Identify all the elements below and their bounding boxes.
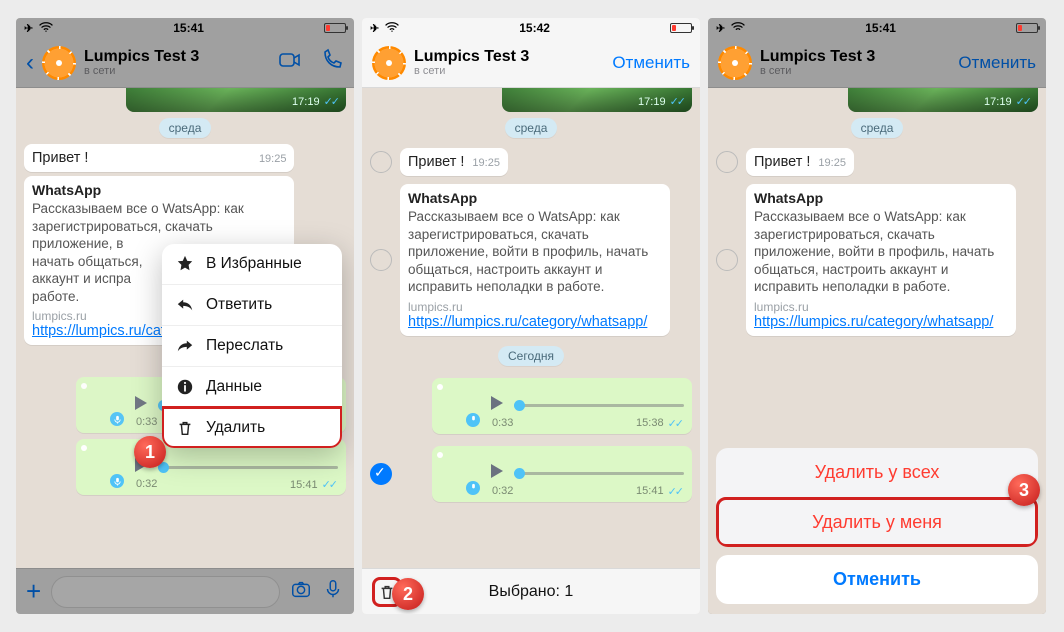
mic-icon [466, 413, 480, 427]
mic-icon [110, 412, 124, 426]
step-badge-1: 1 [134, 436, 166, 468]
mic-icon [110, 474, 124, 488]
menu-info[interactable]: Данные [162, 366, 342, 407]
date-pill: среда [159, 118, 212, 138]
wifi-icon [385, 21, 399, 35]
image-message[interactable]: 17:19✓✓ [502, 88, 692, 112]
avatar[interactable] [372, 46, 406, 80]
msg-preview[interactable]: WhatsApp Рассказываем все о WatsApp: как… [400, 184, 670, 336]
airplane-icon: ✈︎ [370, 22, 379, 35]
action-sheet: Удалить у всех Удалить у меня Отменить [716, 448, 1038, 604]
select-circle[interactable] [716, 151, 738, 173]
menu-forward[interactable]: Переслать [162, 325, 342, 366]
clock: 15:42 [519, 21, 550, 35]
status-bar: ✈︎ 15:42 [362, 18, 700, 38]
select-circle[interactable] [370, 151, 392, 173]
select-circle[interactable] [370, 249, 392, 271]
selected-count: Выбрано: 1 [489, 583, 574, 601]
date-pill-today: Сегодня [498, 346, 564, 366]
battery-icon [324, 23, 346, 33]
voice-msg-2[interactable]: 0:3215:41✓✓ [432, 446, 692, 502]
preview-link[interactable]: https://lumpics.ru/category/whatsapp/ [754, 314, 993, 330]
preview-link[interactable]: https://lumpics.ru/category/whatsapp/ [408, 314, 647, 330]
msg-hi[interactable]: Привет !19:25 [24, 144, 294, 172]
play-icon[interactable] [486, 393, 506, 418]
msg-hi[interactable]: Привет !19:25 [746, 148, 854, 176]
phone-2: ✈︎ 15:42 Lumpics Test 3 в сети Отменить … [362, 18, 700, 614]
phone-1: ✈︎ 15:41 ‹ Lumpics Test 3 в сети 17:19✓✓… [16, 18, 354, 614]
read-ticks-icon: ✓✓ [322, 478, 336, 491]
step-badge-2: 2 [392, 578, 424, 610]
phone-3: ✈︎ 15:41 Lumpics Test 3 в сети Отменить … [708, 18, 1046, 614]
delete-for-me[interactable]: Удалить у меня [716, 497, 1038, 547]
menu-delete[interactable]: Удалить [162, 407, 342, 448]
battery-icon [1016, 23, 1038, 33]
avatar[interactable] [42, 46, 76, 80]
sheet-cancel[interactable]: Отменить [716, 555, 1038, 604]
menu-reply[interactable]: Ответить [162, 284, 342, 325]
play-icon[interactable] [130, 393, 150, 418]
date-pill: среда [851, 118, 904, 138]
chat-body: 17:19✓✓ среда Привет !19:25 WhatsApp Рас… [362, 88, 700, 568]
avatar[interactable] [718, 46, 752, 80]
delete-for-everyone[interactable]: Удалить у всех [716, 448, 1038, 497]
context-menu: В Избранные Ответить Переслать Данные Уд… [162, 244, 342, 448]
menu-favorite[interactable]: В Избранные [162, 244, 342, 284]
read-ticks-icon: ✓✓ [324, 95, 338, 108]
voice-msg-1[interactable]: 0:3315:38✓✓ [432, 378, 692, 434]
battery-icon [670, 23, 692, 33]
step-badge-3: 3 [1008, 474, 1040, 506]
msg-hi[interactable]: Привет !19:25 [400, 148, 508, 176]
chat-title[interactable]: Lumpics Test 3 в сети [414, 48, 604, 78]
cancel-button[interactable]: Отменить [612, 53, 690, 73]
msg-preview[interactable]: WhatsApp Рассказываем все о WatsApp: как… [746, 184, 1016, 336]
read-ticks-icon: ✓✓ [670, 95, 684, 108]
chat-header: Lumpics Test 3 в сети Отменить [362, 38, 700, 88]
image-message[interactable]: 17:19✓✓ [848, 88, 1038, 112]
select-circle-checked[interactable] [370, 463, 392, 485]
mic-icon [466, 481, 480, 495]
image-message[interactable]: 17:19✓✓ [126, 88, 346, 112]
date-pill: среда [505, 118, 558, 138]
play-icon[interactable] [486, 461, 506, 486]
select-circle[interactable] [716, 249, 738, 271]
